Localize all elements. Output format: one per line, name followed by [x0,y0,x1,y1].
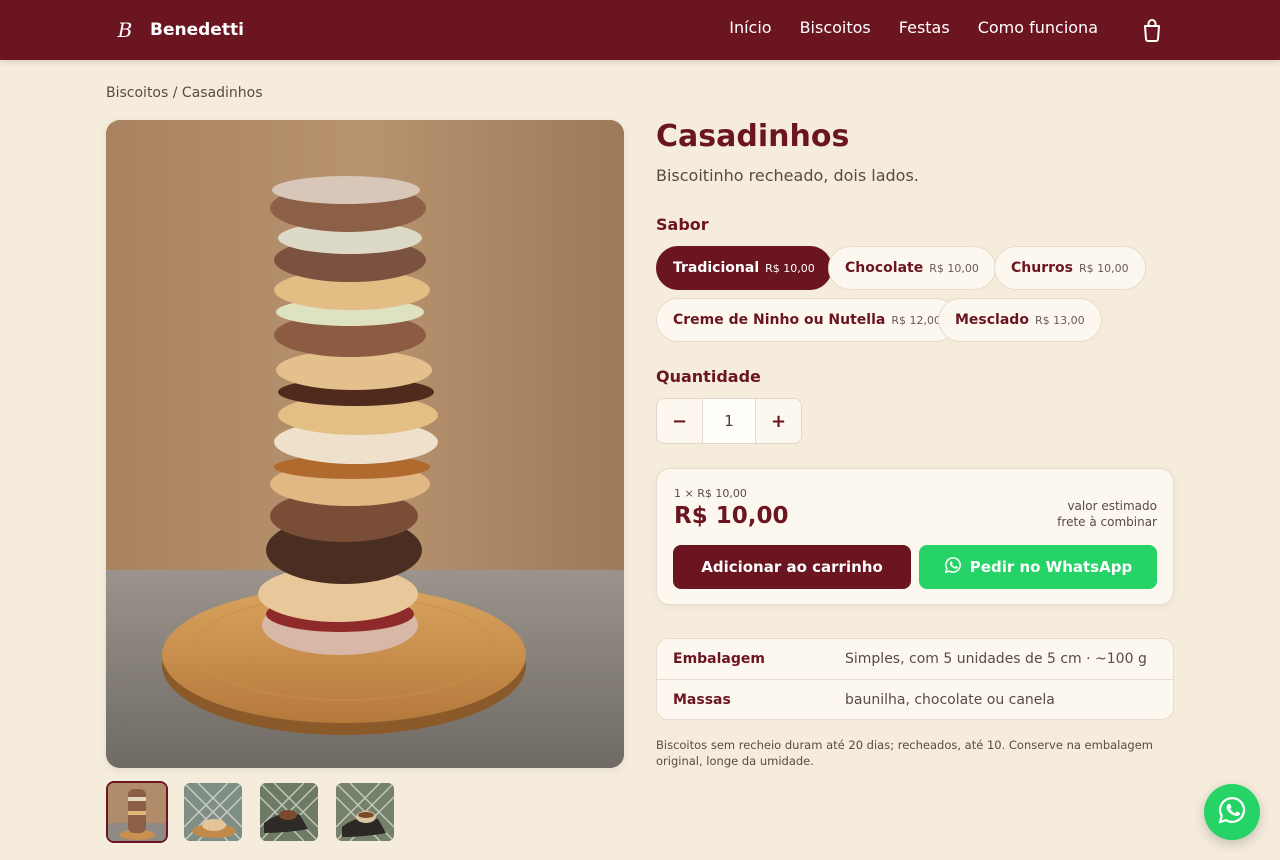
estimate-note: valor estimado frete à combinar [1057,498,1157,530]
spec-key: Embalagem [673,651,765,667]
whatsapp-icon [1217,795,1247,829]
whatsapp-floating-button[interactable] [1204,784,1260,840]
thumbnail-3[interactable] [258,781,320,843]
site-header: B Benedetti Início Biscoitos Festas Como… [0,0,1280,60]
flavor-option-tradicional[interactable]: Tradicional R$ 10,00 [656,246,832,290]
quantity-stepper: − 1 + [656,398,802,444]
estimate-line-2: frete à combinar [1057,515,1157,529]
flavor-option-churros[interactable]: Churros R$ 10,00 [994,246,1146,290]
order-whatsapp-button[interactable]: Pedir no WhatsApp [919,545,1157,589]
spec-value: Simples, com 5 unidades de 5 cm · ~100 g [845,651,1147,667]
flavor-option-name: Churros [1011,260,1073,276]
brand-name: Benedetti [150,20,244,40]
storage-note: Biscoitos sem recheio duram até 20 dias;… [656,738,1154,768]
flavor-option-name: Mesclado [955,312,1029,328]
flavor-option-name: Chocolate [845,260,924,276]
breadcrumb-parent-link[interactable]: Biscoitos [106,85,168,101]
quantity-label: Quantidade [656,367,761,386]
flavor-option-name: Creme de Ninho ou Nutella [673,312,886,328]
spec-key: Massas [673,691,731,708]
flavor-label: Sabor [656,215,709,234]
breadcrumb: Biscoitos / Casadinhos [106,85,263,101]
flavor-option-creme-ninho-nutella[interactable]: Creme de Ninho ou Nutella R$ 12,00 [656,298,958,342]
add-to-cart-button[interactable]: Adicionar ao carrinho [673,545,911,589]
brand-monogram-icon: B [117,18,133,42]
whatsapp-button-label: Pedir no WhatsApp [969,558,1133,576]
quantity-increase-button[interactable]: + [756,399,801,443]
thumbnail-gallery [106,781,396,843]
brand-logo[interactable]: B Benedetti [112,16,244,44]
thumbnail-1[interactable] [106,781,168,843]
nav-item-festas[interactable]: Festas [899,18,950,37]
nav-item-biscoitos[interactable]: Biscoitos [800,18,871,37]
nav-item-como-funciona[interactable]: Como funciona [978,18,1098,37]
estimate-line-1: valor estimado [1067,499,1157,513]
total-price: R$ 10,00 [674,503,789,529]
quantity-value[interactable]: 1 [702,399,756,443]
flavor-option-name: Tradicional [673,260,760,276]
spec-row: Massas baunilha, chocolate ou canela [657,679,1173,719]
flavor-option-chocolate[interactable]: Chocolate R$ 10,00 [828,246,996,290]
flavor-option-price: R$ 10,00 [929,261,979,275]
product-subtitle: Biscoitinho recheado, dois lados. [656,166,919,185]
main-nav: Início Biscoitos Festas Como funciona [729,18,1098,37]
unit-price-line: 1 × R$ 10,00 [674,487,747,500]
product-specs-table: Embalagem Simples, com 5 unidades de 5 c… [656,638,1174,720]
flavor-option-price: R$ 10,00 [765,261,815,275]
thumbnail-4[interactable] [334,781,396,843]
flavor-option-mesclado[interactable]: Mesclado R$ 13,00 [938,298,1102,342]
spec-value: baunilha, chocolate ou canela [845,691,1055,708]
nav-item-inicio[interactable]: Início [729,18,771,37]
whatsapp-icon [944,556,962,578]
breadcrumb-current: Casadinhos [181,85,263,101]
thumbnail-2[interactable] [182,781,244,843]
flavor-option-price: R$ 10,00 [1078,261,1129,275]
flavor-option-price: R$ 12,00 [891,313,941,327]
breadcrumb-separator: / [168,85,182,101]
order-summary-card: 1 × R$ 10,00 R$ 10,00 valor estimado fre… [656,468,1174,605]
spec-row: Embalagem Simples, com 5 unidades de 5 c… [657,639,1173,679]
quantity-decrease-button[interactable]: − [657,399,702,443]
shopping-bag-icon[interactable] [1141,18,1163,42]
flavor-option-price: R$ 13,00 [1034,313,1085,327]
product-main-image [106,120,624,768]
product-title: Casadinhos [656,119,850,154]
